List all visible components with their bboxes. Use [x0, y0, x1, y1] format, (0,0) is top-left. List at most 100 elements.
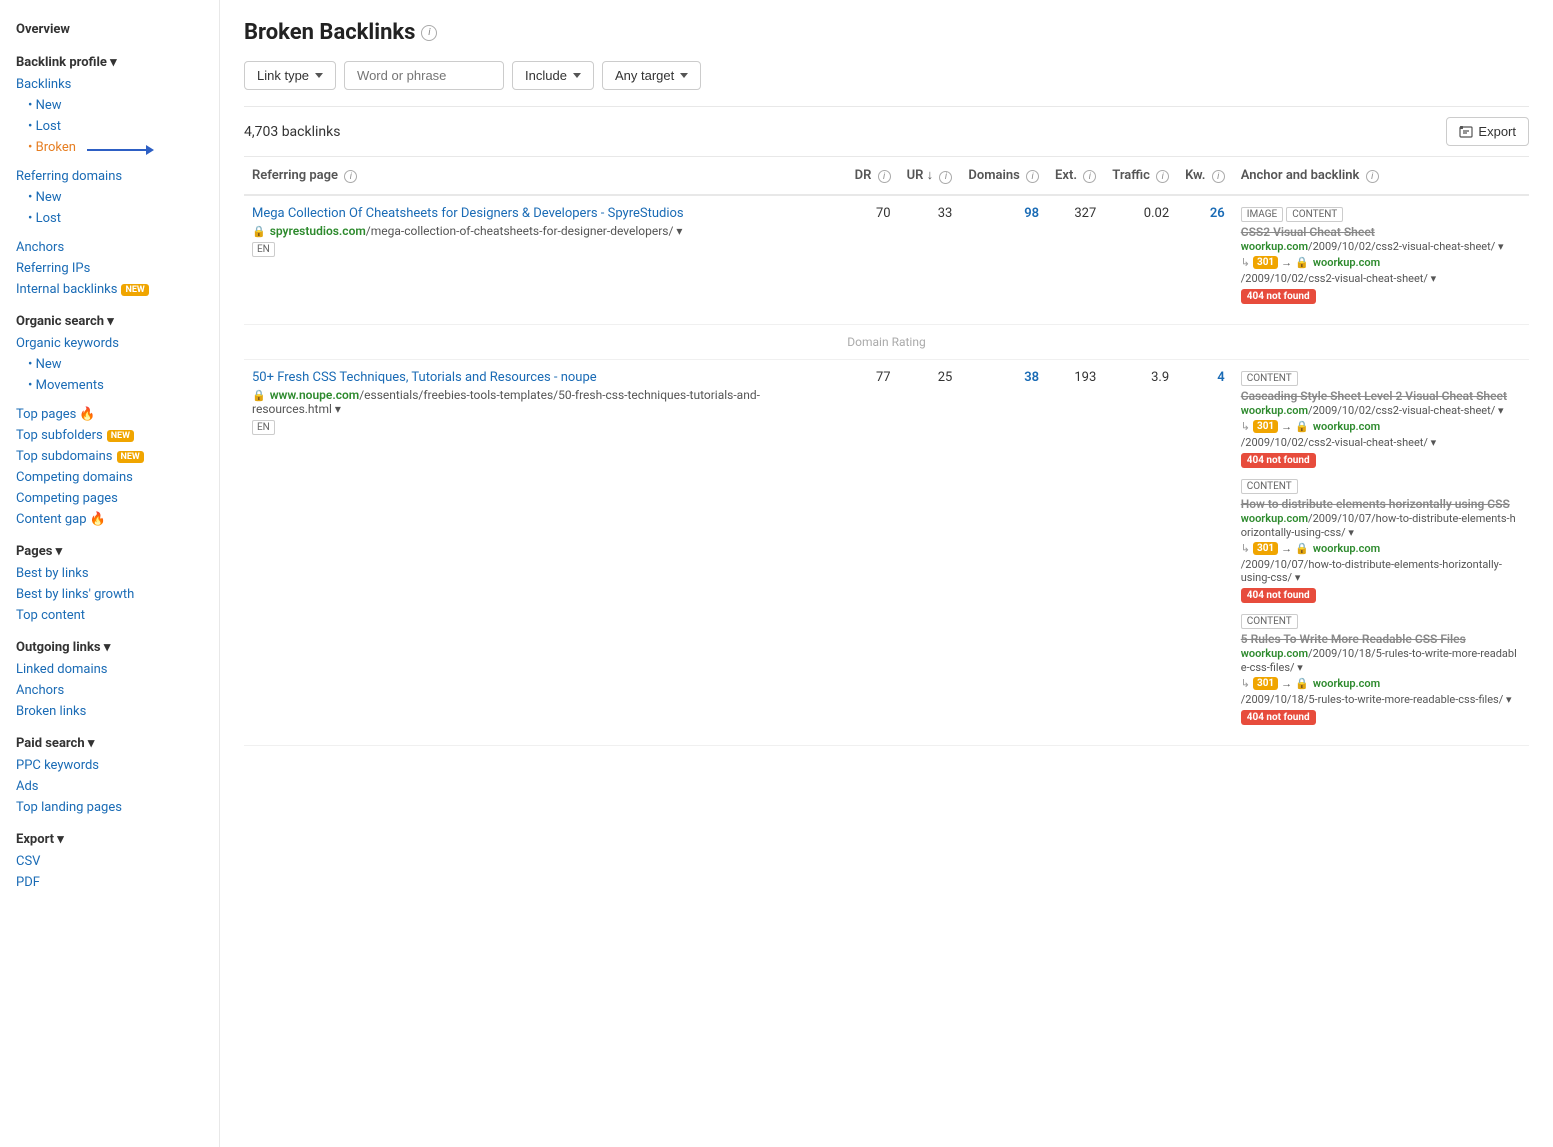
sidebar-item-organic-keywords[interactable]: Organic keywords — [0, 333, 219, 354]
redirect-arrow2: → — [1281, 256, 1292, 269]
col-dr: DR i — [847, 157, 899, 195]
sidebar-item-top-landing-pages[interactable]: Top landing pages — [0, 797, 219, 818]
lock-icon: 🔒 — [1295, 420, 1309, 433]
lock-icon: 🔒 — [1295, 677, 1309, 690]
col-ur[interactable]: UR ↓ i — [899, 157, 961, 195]
col-anchor-info[interactable]: i — [1366, 170, 1379, 183]
sidebar-item-referring-lost[interactable]: • Lost — [0, 208, 219, 229]
link-type-chevron — [315, 73, 323, 78]
col-domains-info[interactable]: i — [1026, 170, 1039, 183]
traffic-cell: 0.02 — [1104, 195, 1177, 325]
sidebar-item-best-by-links[interactable]: Best by links — [0, 563, 219, 584]
col-ext-info[interactable]: i — [1083, 170, 1096, 183]
badge-404: 404 not found — [1241, 289, 1316, 304]
col-traffic-info[interactable]: i — [1156, 170, 1169, 183]
redirect-arrow: ↳ — [1241, 677, 1250, 690]
sidebar-item-backlinks-lost[interactable]: • Lost — [0, 116, 219, 137]
lock-icon: 🔒 — [252, 225, 266, 238]
url-path: /mega-collection-of-cheatsheets-for-desi… — [366, 224, 674, 238]
anchor-link[interactable]: How to distribute elements horizontally … — [1241, 497, 1510, 511]
lock-icon: 🔒 — [252, 389, 266, 402]
sidebar-item-top-content[interactable]: Top content — [0, 605, 219, 626]
sidebar-outgoing-links[interactable]: Outgoing links ▾ — [0, 634, 219, 659]
badge-301: 301 — [1253, 542, 1278, 555]
sidebar-item-best-by-links-growth[interactable]: Best by links' growth — [0, 584, 219, 605]
col-kw-info[interactable]: i — [1212, 170, 1225, 183]
col-referring-page-info[interactable]: i — [344, 170, 357, 183]
domains-cell: 38 — [960, 359, 1047, 745]
sidebar-item-top-pages[interactable]: Top pages🔥 — [0, 404, 219, 425]
redirect-row: ↳301→🔒woorkup.com/2009/10/02/css2-visual… — [1241, 256, 1521, 285]
sidebar-item-csv[interactable]: CSV — [0, 851, 219, 872]
referring-page-cell: Mega Collection Of Cheatsheets for Desig… — [244, 195, 847, 325]
sidebar-item-content-gap[interactable]: Content gap🔥 — [0, 509, 219, 530]
filter-bar: Link type Include Any target — [244, 61, 1529, 90]
sidebar-item-backlinks-new[interactable]: • New — [0, 95, 219, 116]
referring-page-link[interactable]: Mega Collection Of Cheatsheets for Desig… — [252, 206, 839, 221]
sidebar-item-pdf[interactable]: PDF — [0, 872, 219, 893]
badge-404: 404 not found — [1241, 710, 1316, 725]
col-dr-info[interactable]: i — [878, 170, 891, 183]
referring-page-url: 🔒 spyrestudios.com/mega-collection-of-ch… — [252, 224, 839, 238]
sidebar-paid-search[interactable]: Paid search ▾ — [0, 730, 219, 755]
tag-badge: IMAGE — [1241, 207, 1284, 222]
referring-page-link[interactable]: 50+ Fresh CSS Techniques, Tutorials and … — [252, 370, 839, 385]
sidebar-item-organic-movements[interactable]: • Movements — [0, 375, 219, 396]
table-row: 50+ Fresh CSS Techniques, Tutorials and … — [244, 359, 1529, 745]
sidebar-item-anchors2[interactable]: Anchors — [0, 680, 219, 701]
sidebar-overview[interactable]: Overview — [0, 16, 219, 41]
redirect-arrow2: → — [1281, 420, 1292, 433]
sidebar-item-top-subfolders[interactable]: Top subfoldersNEW — [0, 425, 219, 446]
referring-page-url: 🔒 www.noupe.com/essentials/freebies-tool… — [252, 388, 839, 416]
sidebar-item-referring-domains[interactable]: Referring domains — [0, 166, 219, 187]
sidebar-organic-search[interactable]: Organic search ▾ — [0, 308, 219, 333]
anchor-url: woorkup.com/2009/10/02/css2-visual-cheat… — [1241, 240, 1504, 253]
main-content: Broken Backlinks i Link type Include Any… — [220, 0, 1553, 1147]
sidebar-pages[interactable]: Pages ▾ — [0, 538, 219, 563]
sidebar-backlink-profile[interactable]: Backlink profile ▾ — [0, 49, 219, 74]
sidebar-item-backlinks-broken[interactable]: • Broken — [0, 137, 219, 158]
dr-cell: 70 — [847, 195, 899, 325]
redirect-arrow: ↳ — [1241, 256, 1250, 269]
redirect-arrow2: → — [1281, 542, 1292, 555]
sidebar-item-internal-backlinks[interactable]: Internal backlinksNEW — [0, 279, 219, 300]
col-anchor-backlink: Anchor and backlink i — [1233, 157, 1529, 195]
redirect-domain: woorkup.com — [1313, 542, 1380, 555]
tag-badge: CONTENT — [1241, 479, 1298, 494]
col-kw: Kw. i — [1177, 157, 1233, 195]
tag-badge: CONTENT — [1286, 207, 1343, 222]
domain-green: spyrestudios.com — [270, 224, 366, 238]
sidebar-item-organic-new[interactable]: • New — [0, 354, 219, 375]
col-ur-info[interactable]: i — [939, 171, 952, 184]
sidebar-item-ads[interactable]: Ads — [0, 776, 219, 797]
redirect-row: ↳301→🔒woorkup.com/2009/10/02/css2-visual… — [1241, 420, 1521, 449]
sidebar-item-competing-domains[interactable]: Competing domains — [0, 467, 219, 488]
include-filter[interactable]: Include — [512, 61, 594, 90]
sidebar-item-backlinks[interactable]: Backlinks — [0, 74, 219, 95]
lang-badge: EN — [252, 242, 275, 257]
link-type-filter[interactable]: Link type — [244, 61, 336, 90]
any-target-filter[interactable]: Any target — [602, 61, 701, 90]
sidebar-item-anchors[interactable]: Anchors — [0, 237, 219, 258]
export-button[interactable]: Export — [1446, 117, 1529, 146]
sidebar-item-top-subdomains[interactable]: Top subdomainsNEW — [0, 446, 219, 467]
page-title: Broken Backlinks i — [244, 20, 1529, 45]
redirect-domain: woorkup.com — [1313, 420, 1380, 433]
domain-rating-tooltip: Domain Rating — [244, 324, 1529, 359]
sidebar-item-ppc-keywords[interactable]: PPC keywords — [0, 755, 219, 776]
word-phrase-input[interactable] — [344, 61, 504, 90]
anchor-link[interactable]: 5 Rules To Write More Readable CSS Files — [1241, 632, 1466, 646]
tag-badge: CONTENT — [1241, 371, 1298, 386]
sidebar-item-referring-new[interactable]: • New — [0, 187, 219, 208]
sidebar-export[interactable]: Export ▾ — [0, 826, 219, 851]
sidebar-item-competing-pages[interactable]: Competing pages — [0, 488, 219, 509]
anchor-link[interactable]: Cascading Style Sheet Level 2 Visual Che… — [1241, 389, 1507, 403]
traffic-cell: 3.9 — [1104, 359, 1177, 745]
redirect-path: /2009/10/07/how-to-distribute-elements-h… — [1241, 558, 1521, 584]
include-chevron — [573, 73, 581, 78]
anchor-link[interactable]: CSS2 Visual Cheat Sheet — [1241, 225, 1375, 239]
page-title-info-icon[interactable]: i — [421, 25, 437, 41]
sidebar-item-linked-domains[interactable]: Linked domains — [0, 659, 219, 680]
sidebar-item-referring-ips[interactable]: Referring IPs — [0, 258, 219, 279]
sidebar-item-broken-links[interactable]: Broken links — [0, 701, 219, 722]
